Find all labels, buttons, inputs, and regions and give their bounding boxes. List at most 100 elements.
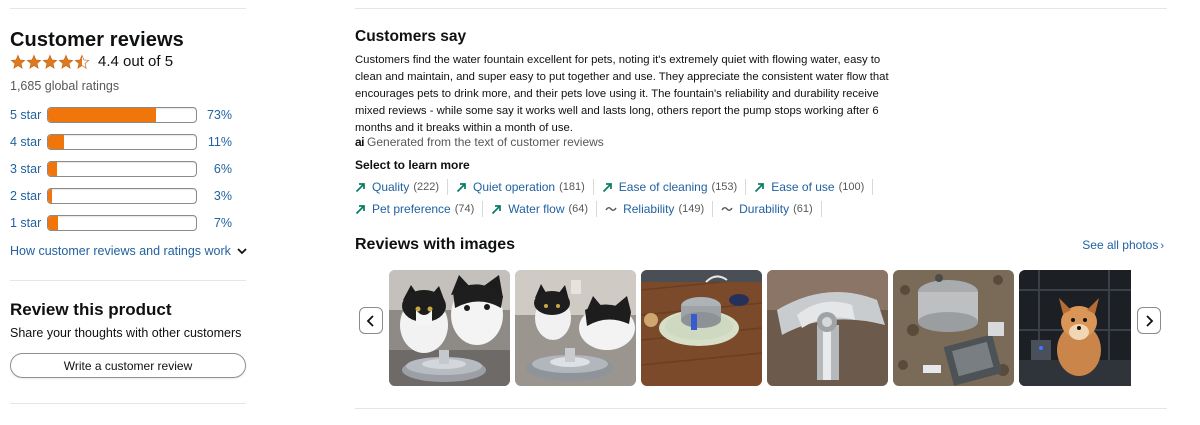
histogram-bar-fill xyxy=(48,108,157,122)
carousel-next-button[interactable] xyxy=(1137,307,1161,334)
star-full-icon xyxy=(58,53,74,69)
review-image-thumbnail[interactable] xyxy=(767,270,888,386)
review-images-carousel xyxy=(389,270,1131,386)
star-full-icon xyxy=(42,53,58,69)
aspect-chip[interactable]: Reliability (149) xyxy=(605,201,714,217)
how-reviews-work-label: How customer reviews and ratings work xyxy=(10,244,231,258)
review-image-thumbnail[interactable] xyxy=(1019,270,1131,386)
see-all-photos-label: See all photos xyxy=(1082,238,1159,252)
histogram-percent: 6% xyxy=(213,162,232,176)
histogram-row-1-star[interactable]: 1 star 7% xyxy=(10,214,232,232)
star-full-icon xyxy=(10,53,26,69)
review-image-thumbnail[interactable] xyxy=(893,270,1014,386)
average-rating[interactable]: 4.4 out of 5 xyxy=(10,53,173,70)
section-divider-left xyxy=(10,280,246,281)
chevron-right-icon xyxy=(1146,314,1154,327)
fountain-closeup-photo xyxy=(767,270,888,386)
histogram-star-label: 1 star xyxy=(10,216,42,230)
ai-note-text: Generated from the text of customer revi… xyxy=(367,135,604,149)
aspect-chip-count: (64) xyxy=(568,203,589,215)
aspect-chip[interactable]: Ease of cleaning (153) xyxy=(602,179,747,195)
top-divider-left xyxy=(10,8,246,9)
review-product-subtitle: Share your thoughts with other customers xyxy=(10,326,242,340)
aspect-chip-count: (100) xyxy=(838,181,865,193)
aspect-chip-count: (222) xyxy=(413,181,440,193)
aspect-chip[interactable]: Durability (61) xyxy=(721,201,822,217)
aspect-chip-count: (181) xyxy=(559,181,585,193)
fountain-parts-photo xyxy=(893,270,1014,386)
trend-up-icon xyxy=(355,204,365,214)
aspect-chip[interactable]: Pet preference (74) xyxy=(355,201,484,217)
histogram-bar-fill xyxy=(48,216,59,230)
see-all-photos-link[interactable]: See all photos › xyxy=(1082,238,1164,252)
review-image-thumbnail[interactable] xyxy=(641,270,762,386)
cats-drinking-photo xyxy=(515,270,636,386)
star-half-icon xyxy=(74,53,90,69)
customers-say-summary: Customers find the water fountain excell… xyxy=(355,54,889,134)
review-image-thumbnail[interactable] xyxy=(389,270,510,386)
customers-say-title: Customers say xyxy=(355,28,467,45)
carousel-prev-button[interactable] xyxy=(359,307,383,334)
top-divider-right xyxy=(355,8,1167,9)
chevron-left-icon xyxy=(366,314,374,327)
aspect-chip-label: Durability xyxy=(739,202,790,216)
histogram-star-label: 4 star xyxy=(10,135,42,149)
aspect-chip[interactable]: Quiet operation (181) xyxy=(456,179,594,195)
histogram-percent: 3% xyxy=(213,189,232,203)
write-review-button[interactable]: Write a customer review xyxy=(10,353,246,378)
histogram-bar-fill xyxy=(48,189,53,203)
star-rating xyxy=(10,53,90,70)
histogram-star-label: 2 star xyxy=(10,189,42,203)
aspect-chip[interactable]: Water flow (64) xyxy=(491,201,598,217)
histogram-bar xyxy=(47,161,197,177)
aspect-chips-row-2: Pet preference (74) Water flow (64) Reliabil… xyxy=(355,201,830,217)
ai-generated-note: ai Generated from the text of customer r… xyxy=(355,135,604,149)
aspect-chips-row-1: Quality (222) Quiet operation (181) Ease of … xyxy=(355,179,881,195)
aspect-chip-label: Ease of cleaning xyxy=(618,180,708,194)
histogram-row-3-star[interactable]: 3 star 6% xyxy=(10,160,232,178)
ai-icon: ai xyxy=(355,135,365,149)
bottom-divider-left xyxy=(10,403,246,404)
select-to-learn-title: Select to learn more xyxy=(355,158,470,172)
aspect-chip-count: (153) xyxy=(711,181,738,193)
review-product-title: Review this product xyxy=(10,300,172,319)
how-reviews-work-link[interactable]: How customer reviews and ratings work xyxy=(10,244,247,258)
cats-fountain-photo xyxy=(389,270,510,386)
histogram-bar xyxy=(47,107,197,123)
histogram-row-4-star[interactable]: 4 star 11% xyxy=(10,133,232,151)
bottom-divider-right xyxy=(355,408,1167,409)
aspect-chip[interactable]: Ease of use (100) xyxy=(754,179,874,195)
histogram-star-label: 5 star xyxy=(10,108,42,122)
trend-up-icon xyxy=(456,182,466,192)
star-full-icon xyxy=(26,53,42,69)
histogram-percent: 73% xyxy=(206,108,232,122)
aspect-chip-label: Water flow xyxy=(508,202,565,216)
trend-up-icon xyxy=(355,182,365,192)
histogram-row-2-star[interactable]: 2 star 3% xyxy=(10,187,232,205)
mixed-wave-icon xyxy=(605,207,617,211)
fountain-on-floor-photo xyxy=(641,270,762,386)
aspect-chip-label: Quiet operation xyxy=(473,180,556,194)
aspect-chip-count: (61) xyxy=(793,203,813,215)
histogram-bar-fill xyxy=(48,135,65,149)
histogram-row-5-star[interactable]: 5 star 73% xyxy=(10,106,232,124)
aspect-chip-label: Pet preference xyxy=(372,202,451,216)
review-image-thumbnail[interactable] xyxy=(515,270,636,386)
histogram-bar xyxy=(47,215,197,231)
histogram-bar xyxy=(47,134,197,150)
aspect-chip-count: (74) xyxy=(454,203,475,215)
histogram-bar-fill xyxy=(48,162,57,176)
aspect-chip-label: Ease of use xyxy=(771,180,835,194)
dog-crate-photo xyxy=(1019,270,1131,386)
global-ratings-count: 1,685 global ratings xyxy=(10,79,120,93)
mixed-wave-icon xyxy=(721,207,733,211)
trend-up-icon xyxy=(492,204,502,214)
aspect-chip[interactable]: Quality (222) xyxy=(355,179,449,195)
rating-text: 4.4 out of 5 xyxy=(98,53,174,70)
histogram-bar xyxy=(47,188,197,204)
customer-reviews-title: Customer reviews xyxy=(10,29,184,51)
trend-up-icon xyxy=(602,182,612,192)
reviews-with-images-title: Reviews with images xyxy=(355,236,516,253)
histogram-percent: 11% xyxy=(207,135,232,149)
aspect-chip-label: Quality xyxy=(372,180,410,194)
